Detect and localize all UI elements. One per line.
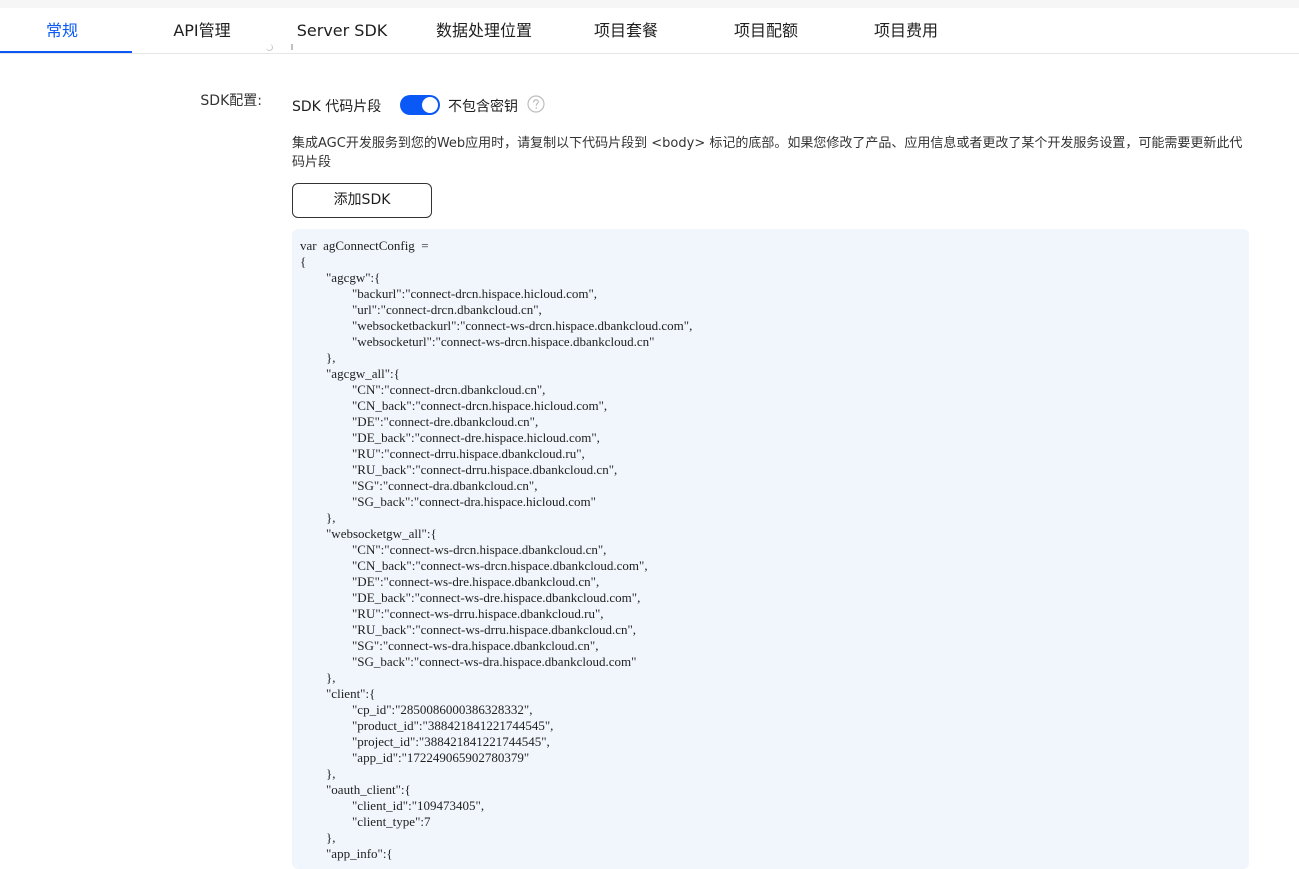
code-text: var agConnectConfig = { "agcgw":{ "backu… (300, 238, 693, 861)
sdk-config-label: SDK配置: (200, 93, 262, 109)
tab-data-processing-location[interactable]: 数据处理位置 (418, 8, 550, 53)
project-settings-tabs: 常规 API管理 Server SDK 数据处理位置 项目套餐 项目配额 项目费… (0, 8, 1299, 54)
add-sdk-button[interactable]: 添加SDK (292, 183, 432, 218)
exclude-key-label: 不包含密钥 (448, 99, 518, 115)
tab-project-quota[interactable]: 项目配额 (710, 8, 822, 53)
tab-project-cost[interactable]: 项目费用 (850, 8, 962, 53)
clipped-row-remnant (264, 44, 304, 52)
question-circle-icon[interactable] (527, 95, 545, 113)
sdk-description: 集成AGC开发服务到您的Web应用时，请复制以下代码片段到 <body> 标记的… (292, 136, 1243, 170)
toggle-knob (422, 97, 438, 113)
exclude-key-toggle[interactable] (400, 95, 440, 115)
top-strip (0, 0, 1299, 8)
tab-project-package[interactable]: 项目套餐 (570, 8, 682, 53)
active-tab-indicator (0, 51, 132, 53)
sdk-code-snippet[interactable]: var agConnectConfig = { "agcgw":{ "backu… (292, 229, 1249, 869)
tab-api-management[interactable]: API管理 (140, 8, 264, 53)
tab-general[interactable]: 常规 (0, 8, 124, 53)
sdk-snippet-label: SDK 代码片段 (292, 99, 382, 115)
